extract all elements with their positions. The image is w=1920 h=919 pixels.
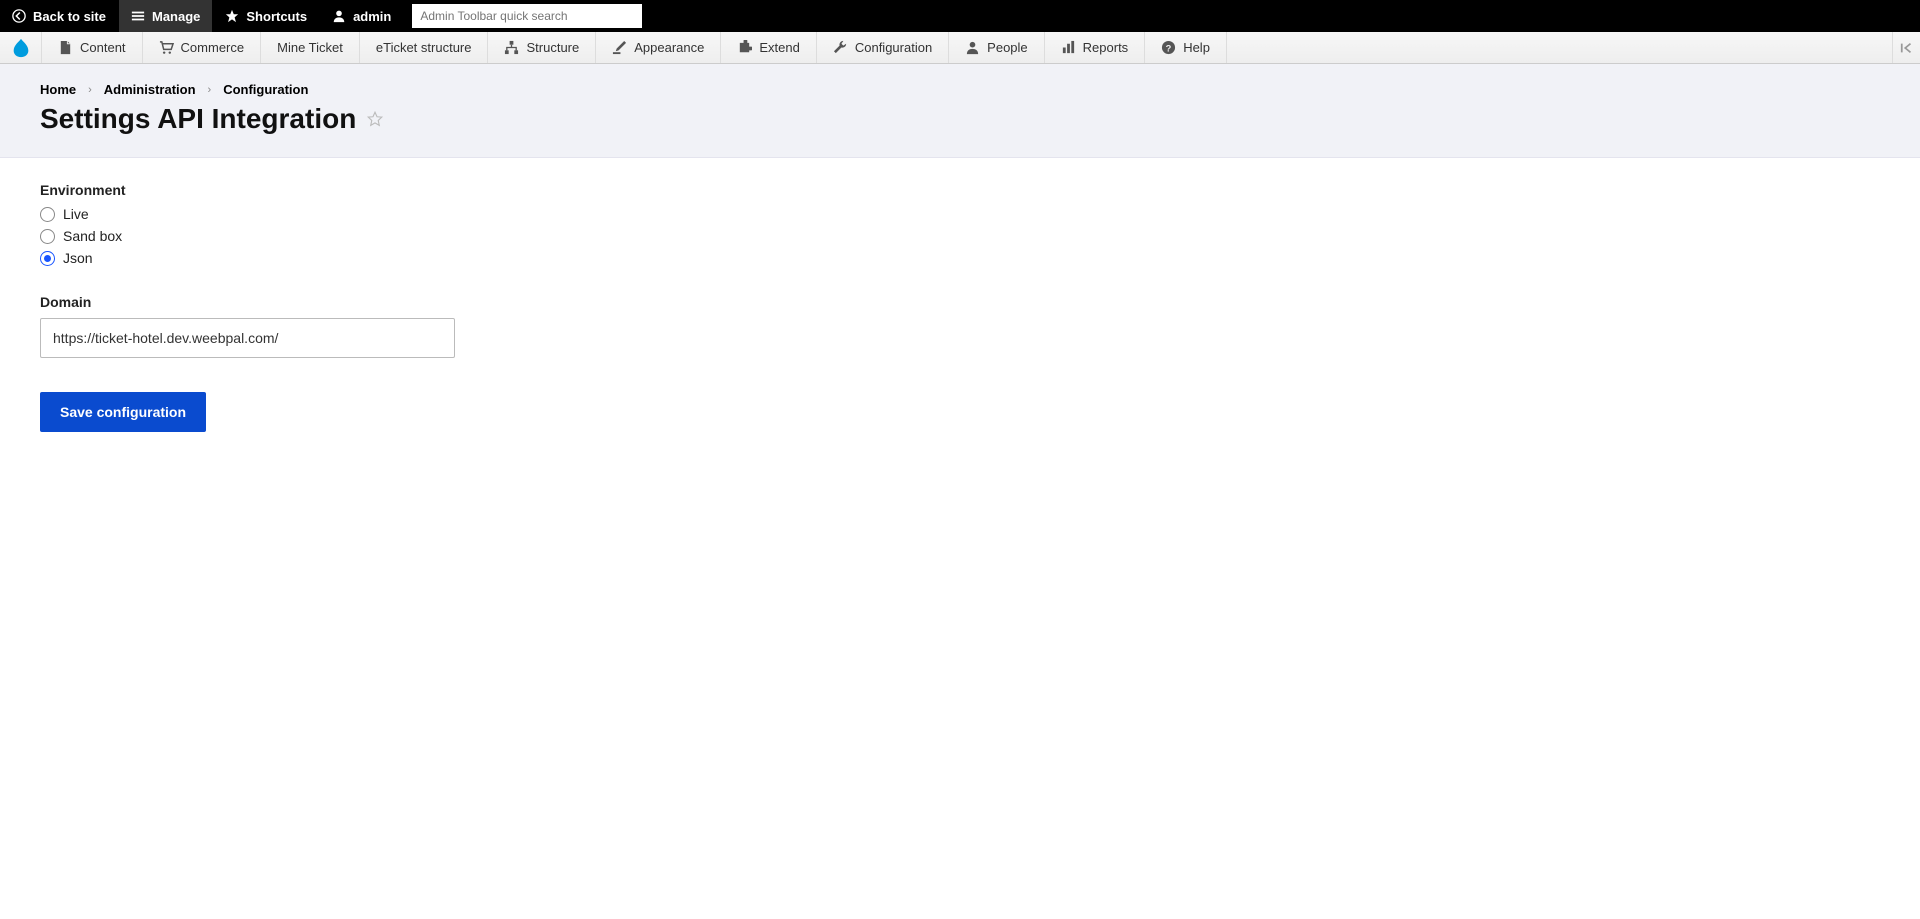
cart-icon	[159, 40, 174, 55]
radio-icon	[40, 229, 55, 244]
toolbar-search-input[interactable]	[412, 4, 642, 28]
admin-menu-item-label: Mine Ticket	[277, 40, 343, 55]
wrench-icon	[833, 40, 848, 55]
back-to-site-link[interactable]: Back to site	[0, 0, 119, 32]
person-icon	[965, 40, 980, 55]
admin-menu: Content Commerce Mine Ticket eTicket struct…	[0, 32, 1920, 64]
radio-icon	[40, 251, 55, 266]
environment-option-live[interactable]: Live	[40, 206, 1880, 222]
file-icon	[58, 40, 73, 55]
main-content: Environment Live Sand box Json Domain Save…	[0, 158, 1920, 456]
manage-toggle[interactable]: Manage	[119, 0, 213, 32]
admin-menu-item-commerce[interactable]: Commerce	[143, 32, 262, 63]
admin-menu-item-label: Help	[1183, 40, 1210, 55]
shortcuts-label: Shortcuts	[246, 9, 307, 24]
star-icon	[225, 9, 239, 23]
admin-menu-item-label: Configuration	[855, 40, 932, 55]
admin-menu-item-eticket-structure[interactable]: eTicket structure	[360, 32, 489, 63]
environment-option-sand-box[interactable]: Sand box	[40, 228, 1880, 244]
environment-label: Environment	[40, 182, 1880, 198]
radio-label: Live	[63, 206, 89, 222]
admin-menu-item-appearance[interactable]: Appearance	[596, 32, 721, 63]
bars-icon	[1061, 40, 1076, 55]
svg-text:?: ?	[1166, 43, 1172, 53]
domain-label: Domain	[40, 294, 1880, 310]
admin-toolbar: Back to site Manage Shortcuts admin	[0, 0, 1920, 32]
admin-menu-item-structure[interactable]: Structure	[488, 32, 596, 63]
admin-menu-item-label: Content	[80, 40, 126, 55]
user-account-link[interactable]: admin	[320, 0, 404, 32]
hamburger-icon	[131, 9, 145, 23]
breadcrumb-link[interactable]: Administration	[104, 82, 196, 97]
admin-label: admin	[353, 9, 391, 24]
page-title: Settings API Integration	[40, 103, 356, 135]
back-arrow-icon	[12, 9, 26, 23]
shortcuts-link[interactable]: Shortcuts	[213, 0, 320, 32]
breadcrumb-link[interactable]: Configuration	[223, 82, 308, 97]
environment-option-json[interactable]: Json	[40, 250, 1880, 266]
admin-menu-item-label: Extend	[759, 40, 799, 55]
breadcrumb-separator: ›	[208, 84, 212, 96]
admin-menu-item-configuration[interactable]: Configuration	[817, 32, 949, 63]
breadcrumb-separator: ›	[88, 84, 92, 96]
favorite-star-icon[interactable]	[366, 110, 384, 128]
admin-menu-item-content[interactable]: Content	[42, 32, 143, 63]
drupal-logo[interactable]	[0, 32, 42, 63]
domain-input[interactable]	[40, 318, 455, 358]
manage-label: Manage	[152, 9, 200, 24]
admin-menu-item-label: eTicket structure	[376, 40, 472, 55]
admin-menu-item-extend[interactable]: Extend	[721, 32, 816, 63]
help-icon: ?	[1161, 40, 1176, 55]
breadcrumb-link[interactable]: Home	[40, 82, 76, 97]
admin-menu-item-mine-ticket[interactable]: Mine Ticket	[261, 32, 360, 63]
environment-radio-group: Live Sand box Json	[40, 206, 1880, 266]
breadcrumb: Home › Administration › Configuration	[40, 82, 1880, 97]
save-configuration-button[interactable]: Save configuration	[40, 392, 206, 432]
admin-menu-item-people[interactable]: People	[949, 32, 1044, 63]
radio-icon	[40, 207, 55, 222]
admin-menu-item-label: Commerce	[181, 40, 245, 55]
admin-menu-item-label: People	[987, 40, 1027, 55]
admin-menu-item-label: Reports	[1083, 40, 1129, 55]
puzzle-icon	[737, 40, 752, 55]
admin-menu-item-reports[interactable]: Reports	[1045, 32, 1146, 63]
radio-label: Sand box	[63, 228, 122, 244]
collapse-menu-button[interactable]	[1892, 32, 1920, 63]
admin-menu-item-label: Structure	[526, 40, 579, 55]
user-icon	[332, 9, 346, 23]
admin-menu-item-label: Appearance	[634, 40, 704, 55]
brush-icon	[612, 40, 627, 55]
back-to-site-label: Back to site	[33, 9, 106, 24]
page-header-region: Home › Administration › Configuration Settin…	[0, 64, 1920, 158]
hierarchy-icon	[504, 40, 519, 55]
radio-label: Json	[63, 250, 93, 266]
admin-menu-item-help[interactable]: ? Help	[1145, 32, 1227, 63]
